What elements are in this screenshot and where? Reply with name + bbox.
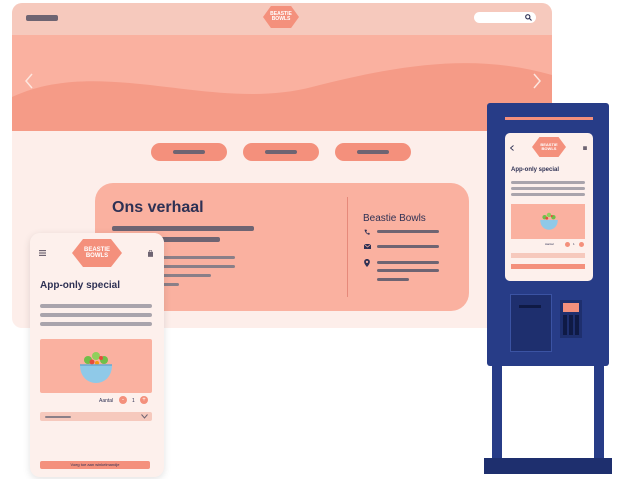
kiosk-leg-left xyxy=(492,366,502,462)
kiosk-screen: BEASTIE BOWLS App-only special Aantal 1 xyxy=(505,133,593,281)
kiosk-special-title: App-only special xyxy=(511,167,560,173)
kiosk-minus-button[interactable] xyxy=(565,242,570,247)
phone-logo[interactable]: BEASTIE BOWLS xyxy=(72,239,122,267)
kiosk-base xyxy=(484,458,612,474)
quantity-plus-button[interactable]: + xyxy=(140,396,148,404)
nav-button-1[interactable] xyxy=(151,143,227,161)
kiosk-plus-button[interactable] xyxy=(579,242,584,247)
quantity-label: Aantal xyxy=(99,398,114,404)
back-chevron-icon[interactable] xyxy=(510,145,514,151)
phone-header: BEASTIE BOWLS xyxy=(30,233,164,275)
hero-wave xyxy=(12,63,552,131)
contact-title: Beastie Bowls xyxy=(363,213,426,224)
kiosk-logo[interactable]: BEASTIE BOWLS xyxy=(532,137,566,157)
kiosk-options-dropdown[interactable] xyxy=(511,253,585,258)
story-text-line xyxy=(155,265,235,268)
search-icon[interactable] xyxy=(525,14,532,21)
kiosk-cart-icon[interactable] xyxy=(583,145,587,150)
phone-special-title: App-only special xyxy=(40,280,121,291)
salad-bowl-icon xyxy=(540,212,558,230)
hero-banner xyxy=(12,35,552,131)
kiosk-top-strip xyxy=(505,117,593,120)
chevron-right-icon[interactable] xyxy=(532,73,542,89)
kiosk-product-image[interactable] xyxy=(511,204,585,239)
kiosk-card-slot xyxy=(510,294,552,352)
hamburger-icon[interactable] xyxy=(39,250,46,256)
cart-icon[interactable] xyxy=(148,250,153,257)
add-to-cart-button[interactable]: Voeg toe aan winkelmandje xyxy=(40,461,150,469)
quantity-value: 1 xyxy=(132,398,135,404)
nav-button-2[interactable] xyxy=(243,143,319,161)
location-pin-icon xyxy=(364,259,370,267)
mobile-app: BEASTIE BOWLS App-only special Aantal - 1… xyxy=(30,233,164,477)
desktop-top-bar: BEASTIE BOWLS xyxy=(12,3,552,35)
quantity-minus-button[interactable]: - xyxy=(119,396,127,404)
options-dropdown[interactable] xyxy=(40,412,152,421)
story-divider xyxy=(347,197,348,297)
desktop-menu-bar[interactable] xyxy=(26,15,58,21)
chevron-down-icon[interactable] xyxy=(141,414,148,419)
chevron-left-icon[interactable] xyxy=(24,73,34,89)
salad-bowl-icon xyxy=(80,352,112,383)
story-text-line xyxy=(155,256,235,259)
nav-button-3[interactable] xyxy=(335,143,411,161)
story-title: Ons verhaal xyxy=(112,199,204,216)
mail-icon xyxy=(364,244,371,249)
kiosk-payment-terminal[interactable] xyxy=(560,300,582,338)
kiosk-quantity-value: 1 xyxy=(573,242,575,246)
product-image[interactable] xyxy=(40,339,152,393)
phone-icon xyxy=(364,229,370,235)
kiosk-add-to-cart-button[interactable] xyxy=(511,264,585,269)
kiosk-quantity-label: Aantal xyxy=(545,242,554,246)
search-input[interactable] xyxy=(474,12,536,23)
story-text-line xyxy=(112,226,254,231)
desktop-logo[interactable]: BEASTIE BOWLS xyxy=(263,6,299,28)
kiosk-leg-right xyxy=(594,366,604,462)
